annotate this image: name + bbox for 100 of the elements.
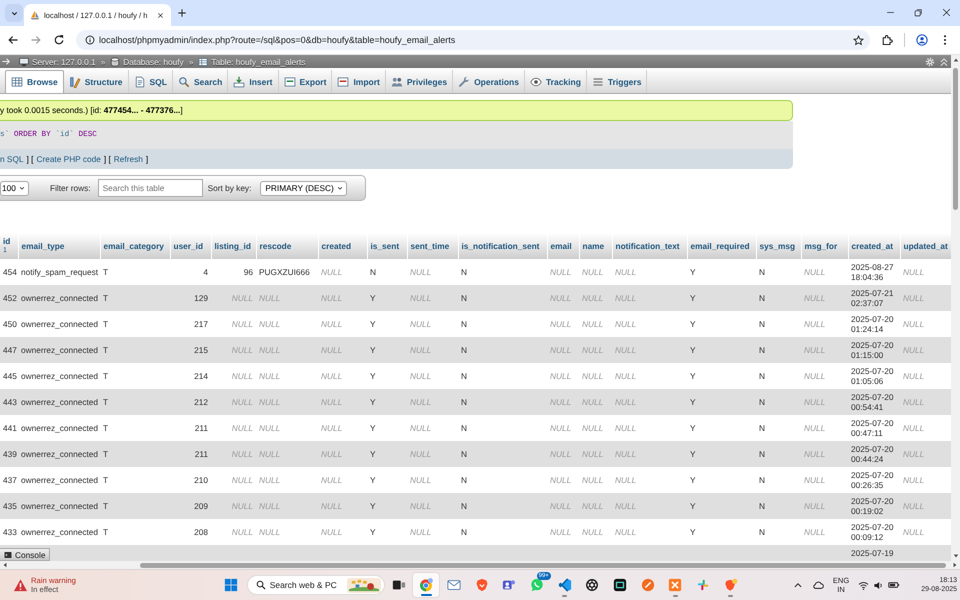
cloud-icon[interactable] [812,579,824,591]
pen-circle-icon[interactable] [640,578,655,592]
table-cell: 210 [170,467,211,493]
query-link[interactable]: Refresh [114,154,143,164]
table-cell: 450 [0,311,18,337]
scroll-down-icon[interactable] [952,553,958,559]
wheel-icon[interactable] [585,578,600,592]
column-header[interactable]: email_category [100,233,170,259]
search-field[interactable]: Search web & PC [246,575,385,595]
chat-bubble-icon[interactable] [530,578,544,592]
breadcrumb-link[interactable]: Table: houfy_email_alerts [198,56,306,66]
shield-icon[interactable] [474,578,489,592]
table-cell: NULL [211,363,256,389]
scrollbar-thumb[interactable] [953,68,958,210]
tricolor-circle-icon[interactable] [419,578,434,592]
column-header[interactable]: updated_at [900,233,951,259]
menu-tab[interactable]: Privileges [386,70,454,93]
column-header[interactable]: msg_for [801,233,848,259]
scrollbar-thumb[interactable] [140,562,946,568]
horizontal-scrollbar[interactable] [0,561,960,569]
table-cell: NULL [318,311,367,337]
bracket-text: ] [ [26,154,34,164]
cross-tile-icon[interactable] [668,578,682,592]
column-header[interactable]: sent_time [407,233,458,259]
table-cell: 445 [0,363,18,389]
column-header[interactable]: name [579,233,612,259]
reload-icon[interactable] [53,34,65,46]
puzzle-icon[interactable] [881,34,893,46]
app-tile-icon[interactable] [613,578,628,592]
table-cell: NULL [547,285,579,311]
column-header[interactable]: is_notification_sent [458,233,547,259]
plus-icon[interactable] [177,8,187,18]
breadcrumb-link[interactable]: Server: 127.0.0.1 [19,56,96,66]
menu-tab[interactable]: Search [173,70,228,93]
table-cell: NULL [407,337,458,363]
restore-icon[interactable] [914,8,923,17]
table-cell: 443 [0,389,18,415]
column-header[interactable]: email_required [687,233,756,259]
close-icon[interactable] [942,8,951,17]
right-arrow-icon[interactable] [1,56,12,67]
menu-tab[interactable]: SQL [128,70,173,93]
eye-icon [530,76,542,88]
back-icon[interactable] [7,34,19,46]
column-header[interactable]: rescode [256,233,318,259]
menu-tab[interactable]: Insert [228,70,279,93]
column-header[interactable]: is_sent [367,233,407,259]
caret-down-icon [19,185,25,191]
table-cell: T [100,467,170,493]
column-header[interactable]: created_at [848,233,900,259]
table-cell: NULL [256,415,318,441]
column-header[interactable]: email [547,233,579,259]
double-chevron-up-icon[interactable] [939,56,949,66]
star-icon[interactable] [853,34,864,46]
column-header[interactable]: email_type [18,233,100,259]
column-header[interactable]: created [318,233,367,259]
menu-tab[interactable]: Tracking [524,70,587,93]
column-header[interactable]: sys_msg [756,233,801,259]
table-cell: N [458,415,547,441]
person-tile-icon[interactable] [502,578,516,592]
info-icon[interactable] [85,35,95,45]
rows-per-page-select[interactable]: 100 [0,180,29,196]
column-header[interactable]: notification_text [612,233,687,259]
table-cell: NULL [407,311,458,337]
menu-tab[interactable]: Operations [453,70,525,93]
console-button[interactable]: Console [0,548,50,561]
table-cell: NULL [801,337,848,363]
breadcrumb-link[interactable]: Database: houfy [110,56,184,66]
forward-icon[interactable] [30,34,42,46]
query-link[interactable]: Create PHP code [36,154,101,164]
query-link[interactable]: n SQL [0,154,24,164]
column-header[interactable]: user_id [170,233,211,259]
filter-input[interactable]: Search this table [98,179,203,197]
menu-tab[interactable]: Export [278,70,332,93]
warning-icon[interactable] [13,578,28,592]
table-cell: NULL [547,467,579,493]
sort-key-select[interactable]: PRIMARY (DESC) [260,180,348,196]
table-cell: ownerrez_connected [18,519,100,545]
table-cell: 441 [0,415,18,441]
table-cell: NULL [900,311,951,337]
menu-tab[interactable]: Structure [64,70,129,93]
table-cell: N [756,259,801,285]
table-cell: NULL [256,493,318,519]
menu-tab[interactable]: Triggers [586,70,648,93]
pinwheel-icon[interactable] [696,578,710,592]
column-header[interactable]: listing_id [211,233,256,259]
profile-icon[interactable] [916,34,928,46]
menu-tab[interactable]: Import [332,70,386,93]
vertical-scrollbar[interactable] [951,55,960,561]
menu-tab[interactable]: Browse [5,70,64,93]
ribbon-icon[interactable] [558,578,572,592]
shield-badge-icon[interactable] [724,578,738,592]
table-cell: 96 [211,259,256,285]
envelope-icon[interactable] [446,578,461,592]
table-cell: NULL [211,285,256,311]
close-icon[interactable] [157,12,164,18]
speaker-icon[interactable] [873,580,884,590]
scroll-up-icon[interactable] [952,57,958,63]
settings-icon[interactable] [925,56,935,66]
wifi-icon[interactable] [858,580,870,590]
address-bar[interactable]: localhost/phpmyadmin/index.php?route=/sql&pos=0&db=houfy&table=houfy_email_alerts [76,30,870,50]
